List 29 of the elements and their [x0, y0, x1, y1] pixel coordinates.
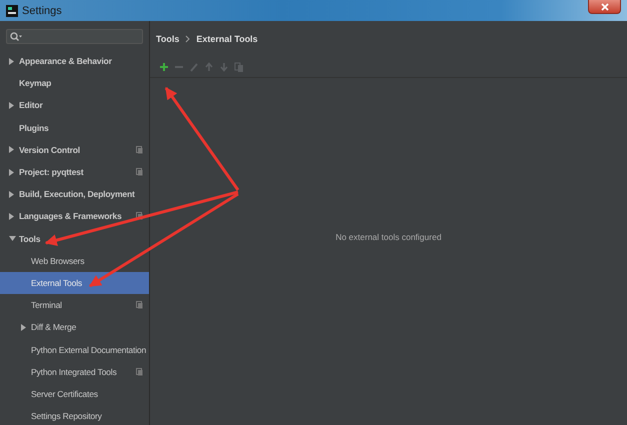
window-title: Settings: [22, 4, 62, 16]
tree-item[interactable]: Tools: [0, 228, 149, 250]
tree-item[interactable]: Plugins: [0, 116, 149, 139]
tree-item[interactable]: Python Integrated Tools: [0, 360, 149, 383]
tree-item[interactable]: Build, Execution, Deployment: [0, 183, 149, 206]
tree-item[interactable]: Diff & Merge: [0, 316, 149, 338]
search-icon: [10, 32, 22, 42]
tree-item[interactable]: Python External Documentation: [0, 338, 149, 361]
tree-item[interactable]: Languages & Frameworks: [0, 205, 149, 228]
empty-message: No external tools configured: [336, 232, 442, 242]
breadcrumb-item: Tools: [156, 34, 180, 44]
chevron-icon: [185, 35, 190, 43]
tree-item[interactable]: Keymap: [0, 72, 149, 94]
tree-item[interactable]: Version Control: [0, 138, 149, 161]
breadcrumb-item: External Tools: [196, 34, 258, 44]
add-icon[interactable]: [158, 60, 170, 74]
expanded-arrow-icon[interactable]: [9, 236, 19, 242]
close-button[interactable]: [588, 0, 621, 14]
search-field[interactable]: [6, 29, 143, 44]
close-icon: [600, 2, 608, 10]
app-icon: [6, 4, 18, 16]
tree-item[interactable]: Editor: [0, 94, 149, 117]
tree-item[interactable]: Server Certificates: [0, 382, 149, 405]
tree-item[interactable]: Terminal: [0, 294, 149, 316]
tree-item[interactable]: Appearance & Behavior: [0, 50, 149, 72]
tree-item[interactable]: Settings Repository: [0, 405, 149, 425]
tree-item[interactable]: Web Browsers: [0, 250, 149, 272]
tree-item[interactable]: External Tools: [0, 272, 149, 294]
tree-item[interactable]: Project: pyqttest: [0, 160, 149, 184]
